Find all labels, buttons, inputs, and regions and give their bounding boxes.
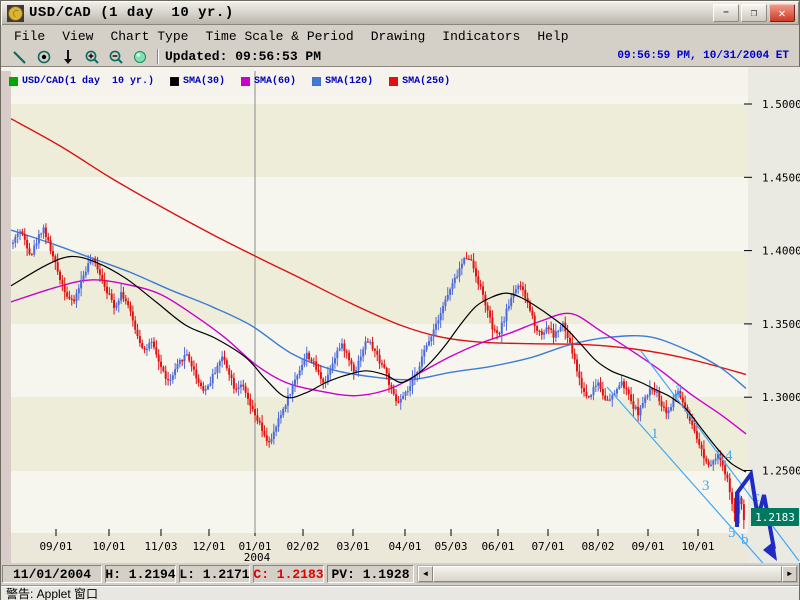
menu-view[interactable]: View [62,29,93,44]
status-close-value: C: 1.2183 [253,567,323,582]
title-bar[interactable]: USD/CAD (1 day 10 yr.) – ❐ ✕ [2,2,798,25]
legend-swatch-sma250 [389,77,398,86]
svg-text:10/01: 10/01 [681,540,714,553]
applet-warning-text: 警告: Applet 窗口 [6,585,98,600]
legend-label-sma120: SMA(120) [325,76,373,87]
legend-swatch-sma120 [312,77,321,86]
chart-legend: USD/CAD(1 day 10 yr.) SMA(30) SMA(60) SM… [9,76,466,87]
status-row: 11/01/2004 H: 1.2194 L: 1.2171 C: 1.2183… [1,563,799,585]
down-arrow-tool-icon[interactable] [57,48,79,65]
svg-text:09/01: 09/01 [39,540,72,553]
wave-label-2: 2 [675,383,683,399]
status-high-value: H: 1.2194 [105,567,175,582]
svg-text:10/01: 10/01 [92,540,125,553]
price-chart[interactable]: 1.5000 1.4500 1.4000 1.3500 1.3000 1.2500 09/0… [1,67,800,563]
legend-sma30: SMA(30) [170,76,225,87]
status-date-value: 11/01/2004 [13,567,91,582]
last-price-tag: 1.2183 [751,508,799,526]
app-window: USD/CAD (1 day 10 yr.) – ❐ ✕ File View C… [0,0,800,600]
svg-text:06/01: 06/01 [481,540,514,553]
minimize-button[interactable]: – [713,4,739,22]
svg-text:04/01: 04/01 [388,540,421,553]
legend-label-symbol: USD/CAD(1 day 10 yr.) [22,76,154,87]
svg-text:09/01: 09/01 [631,540,664,553]
zoom-in-icon[interactable] [81,48,103,65]
refresh-ball-icon[interactable] [129,48,151,65]
chart-svg[interactable]: 1.5000 1.4500 1.4000 1.3500 1.3000 1.2500 09/0… [1,67,800,563]
svg-text:1.3500: 1.3500 [762,318,800,331]
menu-chart-type[interactable]: Chart Type [110,29,188,44]
window-title: USD/CAD (1 day 10 yr.) [29,5,711,21]
wave-label-b: b [741,532,749,548]
legend-swatch-sma60 [241,77,250,86]
status-pivot: PV: 1.1928 [327,565,414,583]
svg-text:1.2500: 1.2500 [762,465,800,478]
menu-bar: File View Chart Type Time Scale & Period… [1,25,799,47]
legend-symbol: USD/CAD(1 day 10 yr.) [9,76,154,87]
menu-file[interactable]: File [14,29,45,44]
status-low: L: 1.2171 [179,565,250,583]
zoom-out-icon[interactable] [105,48,127,65]
svg-text:03/01: 03/01 [336,540,369,553]
legend-label-sma250: SMA(250) [402,76,450,87]
toolbar: Updated: 09:56:53 PM 09:56:59 PM, 10/31/… [1,47,799,67]
wave-label-4: 4 [725,448,733,464]
updated-timestamp: Updated: 09:56:53 PM [165,49,321,64]
legend-swatch-sma30 [170,77,179,86]
market-datetime: 09:56:59 PM, 10/31/2004 ET [617,50,789,62]
legend-label-sma30: SMA(30) [183,76,225,87]
svg-text:02/02: 02/02 [286,540,319,553]
legend-label-sma60: SMA(60) [254,76,296,87]
scroll-left-button[interactable]: ◄ [418,566,433,582]
status-date: 11/01/2004 [2,565,102,583]
point-tool-icon[interactable] [33,48,55,65]
wave-label-1: 1 [651,426,659,442]
status-low-value: L: 1.2171 [179,567,249,582]
svg-text:08/02: 08/02 [581,540,614,553]
chart-area: USD/CAD(1 day 10 yr.) SMA(30) SMA(60) SM… [1,67,799,563]
status-pivot-value: PV: 1.1928 [331,567,409,582]
line-tool-icon[interactable] [9,48,31,65]
horizontal-scrollbar[interactable]: ◄ ► [417,565,798,583]
app-coin-icon [7,5,24,22]
legend-sma120: SMA(120) [312,76,373,87]
menu-help[interactable]: Help [537,29,568,44]
applet-warning-bar: 警告: Applet 窗口 [1,585,799,600]
svg-text:11/03: 11/03 [144,540,177,553]
svg-text:1.4500: 1.4500 [762,171,800,184]
scrollbar-thumb[interactable] [433,566,782,582]
legend-sma250: SMA(250) [389,76,450,87]
legend-swatch-symbol [9,77,18,86]
svg-text:07/01: 07/01 [531,540,564,553]
menu-time-scale-period[interactable]: Time Scale & Period [205,29,353,44]
status-high: H: 1.2194 [105,565,176,583]
wave-label-3: 3 [702,478,710,494]
svg-text:1.3000: 1.3000 [762,391,800,404]
menu-indicators[interactable]: Indicators [442,29,520,44]
svg-text:05/03: 05/03 [434,540,467,553]
wave-label-5: 5 [728,525,736,541]
toolbar-separator [157,49,159,64]
svg-text:1.4000: 1.4000 [762,245,800,258]
legend-sma60: SMA(60) [241,76,296,87]
status-close: C: 1.2183 [253,565,324,583]
svg-text:12/01: 12/01 [192,540,225,553]
scroll-right-button[interactable]: ► [782,566,797,582]
svg-text:1.5000: 1.5000 [762,98,800,111]
close-button[interactable]: ✕ [769,4,795,22]
menu-drawing[interactable]: Drawing [371,29,426,44]
svg-text:2004: 2004 [244,551,271,563]
restore-button[interactable]: ❐ [741,4,767,22]
svg-text:1.2183: 1.2183 [755,511,795,524]
